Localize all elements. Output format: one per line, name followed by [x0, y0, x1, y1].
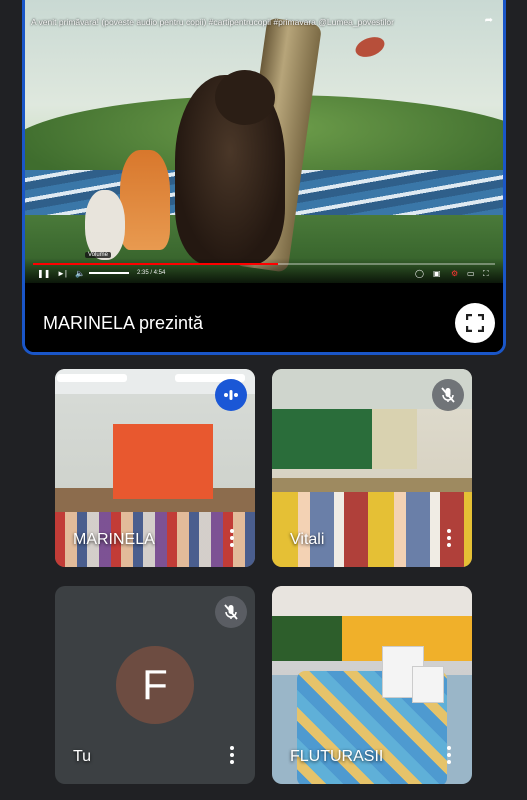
mic-off-icon	[441, 387, 455, 403]
progress-bar[interactable]	[33, 263, 495, 265]
participant-tile-self[interactable]: F Tu	[55, 586, 255, 784]
volume-tooltip: Volume	[85, 252, 112, 258]
video-scene-bear-head	[215, 70, 275, 125]
participant-name: Vitali	[290, 531, 325, 548]
video-time: 2:35 / 4:54	[137, 270, 166, 276]
more-options-button[interactable]	[229, 529, 235, 553]
cast-icon[interactable]: ▭	[467, 269, 475, 278]
participant-tile-marinela[interactable]: MARINELA	[55, 369, 255, 567]
ceiling-light	[57, 374, 127, 382]
children-group	[272, 492, 472, 567]
presenter-bar: MARINELA prezintă	[25, 283, 503, 352]
pause-icon[interactable]: ❚❚	[37, 269, 50, 278]
more-options-button[interactable]	[446, 746, 452, 770]
more-options-button[interactable]	[446, 529, 452, 553]
volume-icon[interactable]: 🔈	[75, 269, 85, 278]
speaking-indicator	[215, 379, 247, 411]
participant-tile-fluturasii[interactable]: FLUTURASII	[272, 586, 472, 784]
participant-tile-vitali[interactable]: Vitali	[272, 369, 472, 567]
presenter-label: MARINELA prezintă	[43, 313, 204, 333]
participant-name: Tu	[73, 748, 92, 765]
subtitles-icon[interactable]: ▣	[433, 269, 441, 278]
more-options-button[interactable]	[229, 746, 235, 770]
mic-off-icon	[224, 604, 238, 620]
video-title: A venit primăvara! (poveste audio pentru…	[31, 17, 394, 27]
muted-indicator	[432, 379, 464, 411]
next-icon[interactable]: ►|	[57, 269, 67, 278]
participant-name: MARINELA	[73, 531, 155, 548]
autoplay-toggle-icon[interactable]: ◯	[415, 269, 424, 278]
volume-slider[interactable]	[89, 272, 129, 274]
shared-video[interactable]: A venit primăvara! (poveste audio pentru…	[25, 0, 503, 283]
progress-fill	[33, 263, 278, 265]
video-scene-rabbit	[85, 190, 125, 260]
presentation-tile[interactable]: A venit primăvara! (poveste audio pentru…	[22, 0, 506, 355]
participant-name: FLUTURASII	[290, 748, 384, 765]
video-scene-fox	[120, 150, 170, 250]
audio-level-icon	[224, 390, 238, 400]
fullscreen-icon	[466, 314, 484, 332]
share-icon[interactable]: ➦	[485, 15, 493, 26]
muted-indicator	[215, 596, 247, 628]
video-fullscreen-icon[interactable]: ⛶	[483, 269, 489, 279]
settings-icon[interactable]: ⚙	[451, 269, 458, 278]
avatar: F	[116, 646, 194, 724]
classroom-table	[412, 666, 444, 703]
video-controls: Volume ❚❚ ►| 🔈 2:35 / 4:54 ◯ ▣ ⚙ ▭ ⛶	[25, 252, 503, 283]
fullscreen-button[interactable]	[455, 303, 495, 343]
